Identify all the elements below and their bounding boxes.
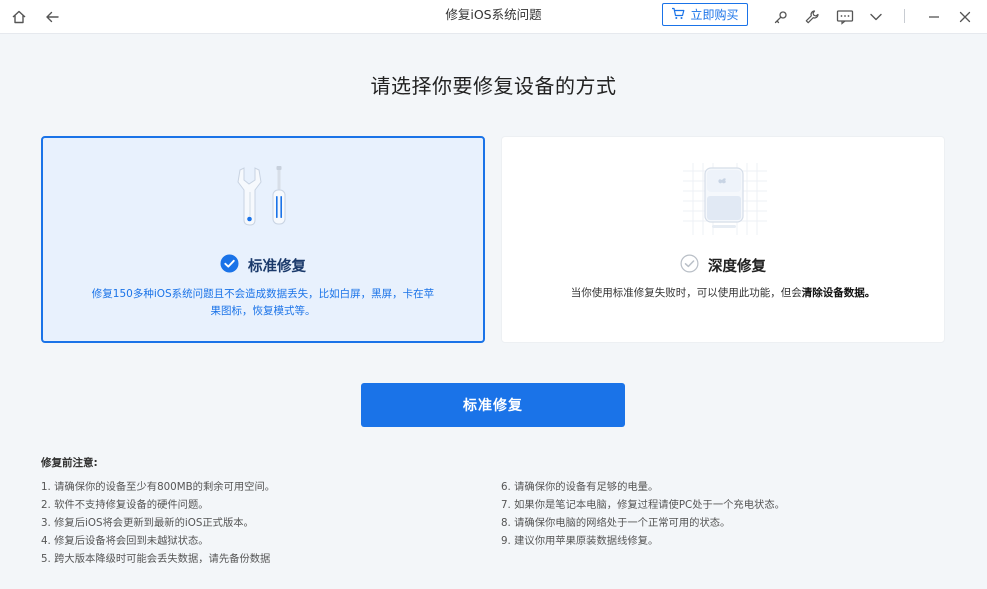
minimize-icon[interactable] xyxy=(922,5,946,29)
notes-title: 修复前注意: xyxy=(41,455,98,470)
start-repair-button[interactable]: 标准修复 xyxy=(361,383,625,427)
note-item: 6. 请确保你的设备有足够的电量。 xyxy=(501,481,785,499)
standard-repair-heading: 标准修复 xyxy=(43,254,483,277)
chevron-down-icon[interactable] xyxy=(864,5,888,29)
note-item: 7. 如果你是笔记本电脑，修复过程请使PC处于一个充电状态。 xyxy=(501,499,785,517)
note-item: 4. 修复后设备将会回到未越狱状态。 xyxy=(41,535,275,553)
note-item: 5. 跨大版本降级时可能会丢失数据，请先备份数据 xyxy=(41,553,275,571)
cart-icon xyxy=(671,7,685,23)
message-icon[interactable] xyxy=(833,5,857,29)
key-icon[interactable] xyxy=(769,5,793,29)
check-circle-icon xyxy=(220,254,239,277)
standard-repair-card[interactable]: 标准修复 修复150多种iOS系统问题且不会造成数据丢失，比如白屏，黑屏，卡在苹… xyxy=(41,136,485,343)
note-item: 9. 建议你用苹果原装数据线修复。 xyxy=(501,535,785,553)
note-item: 8. 请确保你电脑的网络处于一个正常可用的状态。 xyxy=(501,517,785,535)
note-item: 1. 请确保你的设备至少有800MB的剩余可用空间。 xyxy=(41,481,275,499)
deep-repair-title: 深度修复 xyxy=(708,255,766,276)
note-item: 2. 软件不支持修复设备的硬件问题。 xyxy=(41,499,275,517)
title-bar: 修复iOS系统问题 立即购买 xyxy=(0,0,987,34)
buy-now-label: 立即购买 xyxy=(690,6,738,23)
notes-list-right: 6. 请确保你的设备有足够的电量。 7. 如果你是笔记本电脑，修复过程请使PC处… xyxy=(501,481,785,553)
buy-now-button[interactable]: 立即购买 xyxy=(662,3,748,26)
deep-repair-description-text: 当你使用标准修复失败时，可以使用此功能，但会 xyxy=(571,287,802,299)
titlebar-divider xyxy=(904,9,905,23)
standard-repair-title: 标准修复 xyxy=(248,255,306,276)
standard-repair-description: 修复150多种iOS系统问题且不会造成数据丢失，比如白屏，黑屏，卡在苹果图标，恢… xyxy=(91,286,435,320)
wrench-icon[interactable] xyxy=(800,5,824,29)
close-icon[interactable] xyxy=(953,5,977,29)
tools-icon xyxy=(236,164,294,232)
deep-repair-heading: 深度修复 xyxy=(502,254,944,277)
back-arrow-icon[interactable] xyxy=(40,5,64,29)
device-icon xyxy=(679,159,771,243)
notes-list-left: 1. 请确保你的设备至少有800MB的剩余可用空间。 2. 软件不支持修复设备的… xyxy=(41,481,275,571)
check-circle-outline-icon xyxy=(680,254,699,277)
note-item: 3. 修复后iOS将会更新到最新的iOS正式版本。 xyxy=(41,517,275,535)
deep-repair-card[interactable]: 深度修复 当你使用标准修复失败时，可以使用此功能，但会清除设备数据。 xyxy=(501,136,945,343)
deep-repair-warning: 清除设备数据。 xyxy=(802,287,876,299)
page-title: 请选择你要修复设备的方式 xyxy=(0,70,987,99)
home-icon[interactable] xyxy=(7,5,31,29)
deep-repair-description: 当你使用标准修复失败时，可以使用此功能，但会清除设备数据。 xyxy=(522,285,924,302)
